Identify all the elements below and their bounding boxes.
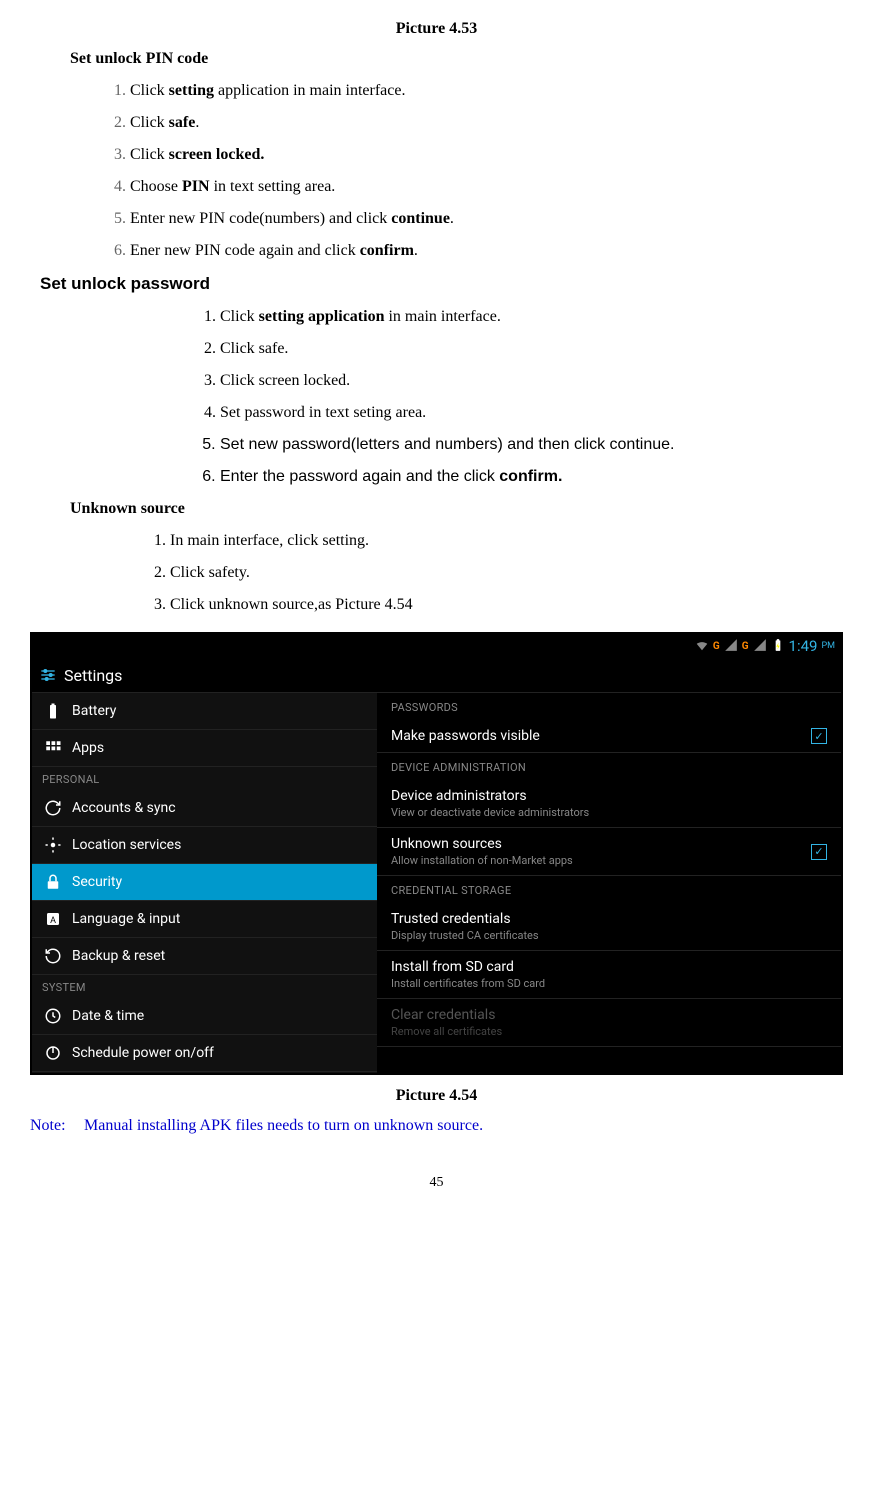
reset-icon bbox=[44, 947, 62, 965]
android-settings-screenshot: G G 1:49 PM Settings Battery Apps PERSON… bbox=[30, 632, 843, 1075]
status-pm: PM bbox=[821, 641, 835, 651]
item-trusted-credentials[interactable]: Trusted credentials Display trusted CA c… bbox=[377, 903, 841, 951]
note-text: Manual installing APK files needs to tur… bbox=[84, 1117, 483, 1134]
wifi-icon bbox=[695, 638, 709, 655]
sidebar-item-apps[interactable]: Apps bbox=[32, 730, 377, 767]
app-title: Settings bbox=[64, 666, 122, 685]
section-label-personal: PERSONAL bbox=[32, 767, 377, 790]
section-credential-storage: CREDENTIAL STORAGE bbox=[377, 876, 841, 903]
app-bar: Settings bbox=[32, 658, 841, 693]
section-pin-title: Set unlock PIN code bbox=[70, 50, 843, 68]
password-steps: Click setting application in main interf… bbox=[220, 308, 843, 486]
item-title: Trusted credentials bbox=[391, 911, 827, 927]
sidebar-item-location[interactable]: Location services bbox=[32, 827, 377, 864]
battery-icon bbox=[44, 702, 62, 720]
sidebar-item-datetime[interactable]: Date & time bbox=[32, 998, 377, 1035]
item-title: Make passwords visible bbox=[391, 728, 827, 744]
item-install-sd[interactable]: Install from SD card Install certificate… bbox=[377, 951, 841, 999]
item-unknown-sources[interactable]: Unknown sources Allow installation of no… bbox=[377, 828, 841, 876]
list-item: Click unknown source,as Picture 4.54 bbox=[170, 596, 843, 614]
note-label: Note: bbox=[30, 1117, 80, 1135]
sidebar-item-label: Date & time bbox=[72, 1008, 144, 1024]
item-title: Device administrators bbox=[391, 788, 827, 804]
page-number: 45 bbox=[30, 1175, 843, 1191]
list-item: Set password in text seting area. bbox=[220, 404, 843, 422]
sidebar-item-label: Backup & reset bbox=[72, 948, 165, 964]
section-password-title: Set unlock password bbox=[40, 274, 843, 294]
list-item: Click safe. bbox=[220, 340, 843, 358]
section-device-admin: DEVICE ADMINISTRATION bbox=[377, 753, 841, 780]
svg-text:A: A bbox=[50, 916, 56, 926]
item-clear-credentials: Clear credentials Remove all certificate… bbox=[377, 999, 841, 1047]
list-item: Choose PIN in text setting area. bbox=[130, 178, 843, 196]
lock-icon bbox=[44, 873, 62, 891]
list-item: Click safe. bbox=[130, 114, 843, 132]
sidebar-item-accounts[interactable]: Accounts & sync bbox=[32, 790, 377, 827]
location-icon bbox=[44, 836, 62, 854]
list-item: Click setting application in main interf… bbox=[130, 82, 843, 100]
caption-top: Picture 4.53 bbox=[30, 20, 843, 38]
sidebar-item-label: Apps bbox=[72, 740, 104, 756]
signal-icon bbox=[724, 638, 738, 655]
sidebar-item-label: Location services bbox=[72, 837, 181, 853]
caption-mid: Picture 4.54 bbox=[30, 1087, 843, 1105]
list-item: Click safety. bbox=[170, 564, 843, 582]
sidebar-item-label: Accounts & sync bbox=[72, 800, 176, 816]
list-item: Set new password(letters and numbers) an… bbox=[220, 436, 843, 454]
list-item: Enter new PIN code(numbers) and click co… bbox=[130, 210, 843, 228]
language-icon: A bbox=[44, 910, 62, 928]
sidebar-item-language[interactable]: A Language & input bbox=[32, 901, 377, 938]
section-unknown-title: Unknown source bbox=[70, 500, 843, 518]
section-passwords: PASSWORDS bbox=[377, 693, 841, 720]
sidebar-item-battery[interactable]: Battery bbox=[32, 693, 377, 730]
signal-icon bbox=[753, 638, 767, 655]
item-subtitle: Allow installation of non-Market apps bbox=[391, 854, 827, 867]
list-item: In main interface, click setting. bbox=[170, 532, 843, 550]
list-item: Click screen locked. bbox=[130, 146, 843, 164]
sidebar-item-security[interactable]: Security bbox=[32, 864, 377, 901]
status-time: 1:49 bbox=[789, 637, 818, 655]
note: Note: Manual installing APK files needs … bbox=[30, 1117, 843, 1135]
item-title: Unknown sources bbox=[391, 836, 827, 852]
sidebar-item-backup[interactable]: Backup & reset bbox=[32, 938, 377, 975]
battery-icon bbox=[771, 638, 785, 655]
settings-slider-icon bbox=[40, 667, 56, 683]
item-device-admins[interactable]: Device administrators View or deactivate… bbox=[377, 780, 841, 828]
list-item: Click screen locked. bbox=[220, 372, 843, 390]
unknown-steps: In main interface, click setting. Click … bbox=[170, 532, 843, 614]
checkbox-checked-icon[interactable]: ✓ bbox=[811, 728, 827, 744]
sidebar-item-schedule[interactable]: Schedule power on/off bbox=[32, 1035, 377, 1072]
item-make-passwords-visible[interactable]: Make passwords visible ✓ bbox=[377, 720, 841, 753]
item-title: Clear credentials bbox=[391, 1007, 827, 1023]
clock-icon bbox=[44, 1007, 62, 1025]
item-subtitle: Install certificates from SD card bbox=[391, 977, 827, 990]
sync-icon bbox=[44, 799, 62, 817]
right-pane: PASSWORDS Make passwords visible ✓ DEVIC… bbox=[377, 693, 841, 1073]
network-g-icon: G bbox=[713, 641, 720, 652]
left-pane: Battery Apps PERSONAL Accounts & sync Lo… bbox=[32, 693, 377, 1073]
list-item: Enter the password again and the click c… bbox=[220, 468, 843, 486]
list-item: Click setting application in main interf… bbox=[220, 308, 843, 326]
apps-icon bbox=[44, 739, 62, 757]
sidebar-item-label: Battery bbox=[72, 703, 116, 719]
sidebar-item-label: Schedule power on/off bbox=[72, 1045, 214, 1061]
power-icon bbox=[44, 1044, 62, 1062]
sidebar-item-label: Language & input bbox=[72, 911, 180, 927]
item-subtitle: View or deactivate device administrators bbox=[391, 806, 827, 819]
status-bar: G G 1:49 PM bbox=[32, 634, 841, 658]
checkbox-checked-icon[interactable]: ✓ bbox=[811, 844, 827, 860]
item-subtitle: Remove all certificates bbox=[391, 1025, 827, 1038]
list-item: Ener new PIN code again and click confir… bbox=[130, 242, 843, 260]
item-subtitle: Display trusted CA certificates bbox=[391, 929, 827, 942]
item-title: Install from SD card bbox=[391, 959, 827, 975]
sidebar-item-label: Security bbox=[72, 874, 122, 890]
section-label-system: SYSTEM bbox=[32, 975, 377, 998]
network-g-icon: G bbox=[742, 641, 749, 652]
pin-steps: Click setting application in main interf… bbox=[130, 82, 843, 260]
